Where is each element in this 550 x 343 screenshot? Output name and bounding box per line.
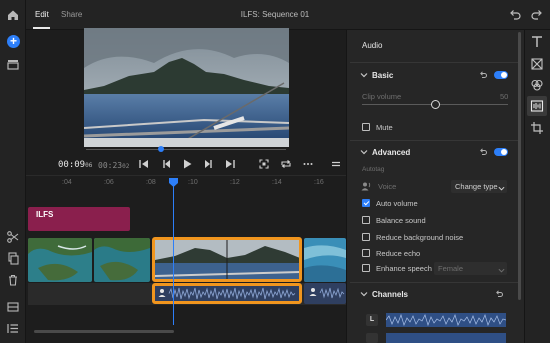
step-forward-icon[interactable] [203, 158, 215, 170]
mute-checkbox[interactable] [362, 123, 370, 131]
clip-volume-value: 50 [500, 92, 509, 101]
chevron-down-icon [498, 183, 505, 191]
selected-audio-clip[interactable] [152, 283, 302, 304]
ruler-tick: :04 [62, 179, 72, 186]
basic-toggle[interactable] [494, 71, 508, 79]
ruler-tick: :14 [272, 179, 282, 186]
channels-section-label[interactable]: Channels [372, 290, 408, 299]
clip-volume-slider-thumb[interactable] [430, 100, 440, 109]
change-type-label: Change type [455, 182, 498, 191]
ruler-tick: :12 [230, 179, 240, 186]
media-library-icon[interactable] [5, 56, 21, 72]
trash-icon[interactable] [5, 272, 21, 288]
reset-icon[interactable] [478, 147, 488, 157]
advanced-toggle[interactable] [494, 148, 508, 156]
more-options-icon[interactable] [302, 158, 314, 170]
balance-sound-label: Balance sound [376, 216, 426, 225]
video-preview [84, 28, 289, 147]
timeline-ruler[interactable]: :04 :06 :08 :10 :12 :14 :16 [26, 175, 346, 191]
top-bar: Edit Share ILFS: Sequence 01 [26, 0, 524, 30]
basic-section-label[interactable]: Basic [372, 71, 393, 80]
chevron-down-icon [498, 265, 505, 273]
redo-icon[interactable] [530, 8, 544, 22]
panel-scrollbar[interactable] [518, 32, 521, 300]
reduce-background-noise-checkbox[interactable] [362, 233, 370, 241]
channel-right-label [366, 333, 378, 343]
active-tab-indicator [33, 27, 50, 29]
change-type-dropdown[interactable]: Change type [451, 180, 507, 193]
timeline-menu-icon[interactable] [330, 158, 342, 170]
chevron-down-icon[interactable] [360, 148, 368, 156]
audio-icon[interactable] [529, 98, 545, 114]
transitions-icon[interactable] [529, 56, 545, 72]
enhance-speech-selected: Female [438, 264, 464, 273]
scrub-handle[interactable] [158, 146, 164, 152]
fit-frame-icon[interactable] [258, 158, 270, 170]
duplicate-icon[interactable] [5, 250, 21, 266]
track-view-icon[interactable] [5, 299, 21, 315]
left-toolbar: + [0, 0, 26, 343]
scissors-icon[interactable] [5, 229, 21, 245]
selected-clip-outline[interactable] [152, 237, 302, 282]
go-to-end-icon[interactable] [224, 158, 236, 170]
auto-volume-label: Auto volume [376, 199, 418, 208]
mute-label: Mute [376, 123, 393, 132]
timeline-scrollbar[interactable] [34, 330, 174, 333]
enhance-speech-checkbox[interactable] [362, 264, 370, 272]
loop-icon[interactable] [280, 158, 292, 170]
ruler-tick: :16 [314, 179, 324, 186]
reduce-echo-label: Reduce echo [376, 249, 421, 258]
reduce-background-noise-label: Reduce background noise [376, 233, 464, 242]
video-clip[interactable] [304, 238, 346, 282]
video-clip[interactable] [28, 238, 92, 282]
top-right-corner [524, 0, 550, 30]
crop-icon[interactable] [529, 120, 545, 136]
channel-left-label: L [366, 314, 378, 326]
voice-label: Voice [378, 182, 397, 191]
clip-volume-label: Clip volume [362, 92, 402, 101]
divider [350, 140, 520, 141]
video-clip[interactable] [94, 238, 150, 282]
ruler-tick: :10 [188, 179, 198, 186]
channel-right-waveform [386, 333, 506, 343]
scrub-bar[interactable] [86, 149, 286, 150]
reset-icon[interactable] [478, 70, 488, 80]
divider [350, 282, 520, 283]
audio-clip[interactable] [304, 283, 346, 304]
autotag-label: Autotag [362, 166, 385, 173]
undo-icon[interactable] [508, 8, 522, 22]
channel-left-waveform [386, 313, 506, 327]
ruler-tick: :06 [104, 179, 114, 186]
enhance-speech-label: Enhance speech [376, 264, 432, 273]
color-icon[interactable] [529, 77, 545, 93]
home-icon[interactable] [5, 7, 21, 23]
voice-icon [361, 181, 371, 191]
total-timecode: 00:2302 [98, 161, 130, 170]
chevron-down-icon[interactable] [360, 290, 368, 298]
panel-title: Audio [362, 41, 383, 50]
add-media-button[interactable]: + [7, 35, 20, 48]
reset-icon[interactable] [494, 289, 504, 299]
go-to-start-icon[interactable] [138, 158, 150, 170]
divider [350, 62, 520, 63]
list-view-icon[interactable] [5, 320, 21, 336]
sequence-title: ILFS: Sequence 01 [240, 10, 310, 19]
step-back-icon[interactable] [160, 158, 172, 170]
text-icon[interactable] [529, 34, 545, 50]
ruler-tick: :08 [146, 179, 156, 186]
enhance-speech-dropdown[interactable]: Female [434, 262, 507, 275]
chevron-down-icon[interactable] [360, 71, 368, 79]
title-clip-label: ILFS [36, 210, 54, 219]
playhead-line[interactable] [173, 180, 174, 325]
balance-sound-checkbox[interactable] [362, 216, 370, 224]
auto-volume-checkbox[interactable] [362, 199, 370, 207]
reduce-echo-checkbox[interactable] [362, 249, 370, 257]
current-timecode: 00:0906 [58, 160, 93, 170]
advanced-section-label[interactable]: Advanced [372, 148, 410, 157]
play-button[interactable] [181, 158, 193, 170]
